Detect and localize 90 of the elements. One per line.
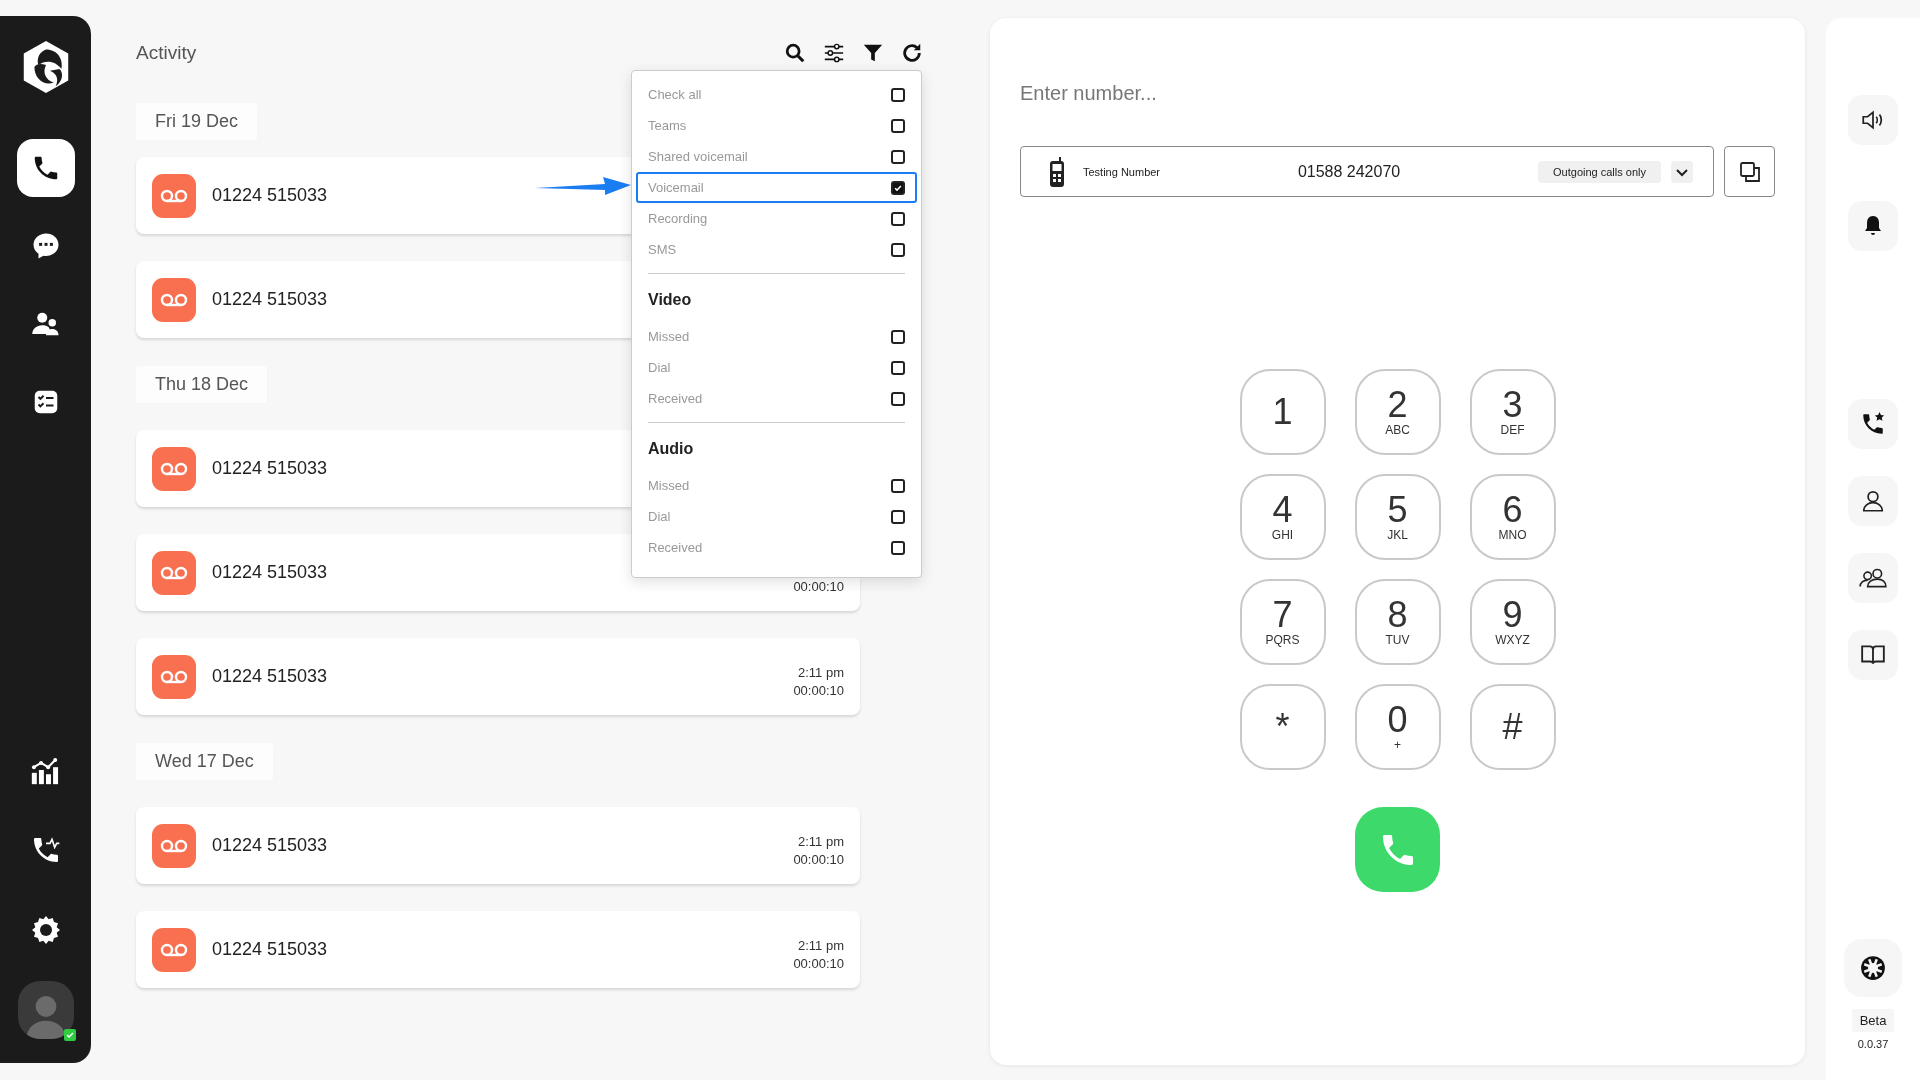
date-label: Wed 17 Dec [136, 743, 273, 780]
checkbox[interactable] [891, 360, 905, 375]
refresh-icon[interactable] [901, 42, 923, 64]
option-label: SMS [648, 242, 677, 257]
line-name: Testing Number [1083, 165, 1161, 178]
phone-number: 01224 515033 [212, 939, 328, 960]
lifebuoy-icon [1858, 953, 1888, 983]
checkbox[interactable] [891, 180, 905, 195]
call-card[interactable]: 01224 515033 2:11 pm 00:00:10 [136, 911, 860, 988]
keypad-key[interactable]: 1 [1239, 369, 1326, 455]
option-label: Dial [648, 509, 671, 524]
checkbox[interactable] [891, 509, 905, 524]
voicemail-icon [152, 550, 196, 595]
call-card[interactable]: 01224 515033 2:11 pm 00:00:10 [136, 807, 860, 884]
voicemail-icon [152, 823, 196, 868]
copy-button[interactable] [1724, 146, 1775, 197]
call-duration: 00:00:10 [793, 578, 844, 594]
user-avatar[interactable] [17, 981, 74, 1039]
copy-icon [1737, 159, 1762, 184]
option-label: Check all [648, 87, 702, 102]
checkbox[interactable] [891, 478, 905, 493]
voicemail-icon [152, 173, 196, 218]
line-badge: Outgoing calls only [1538, 160, 1661, 183]
keypad-key[interactable]: # [1469, 684, 1556, 770]
voicemail-icon [152, 927, 196, 972]
call-time: 2:11 pm [798, 664, 844, 680]
call-card[interactable]: 01224 515033 2:11 pm 00:00:10 [136, 638, 860, 715]
checkbox[interactable] [891, 540, 905, 555]
checkbox[interactable] [891, 118, 905, 133]
sliders-icon[interactable] [823, 42, 845, 64]
keypad-key[interactable]: 4 GHI [1239, 474, 1326, 560]
nav-phone-button[interactable] [16, 139, 75, 197]
option-label: Missed [648, 478, 690, 493]
person-icon [1860, 488, 1886, 514]
mobile-phone-icon [1049, 156, 1065, 187]
phone-star-icon [1860, 411, 1886, 437]
call-duration: 00:00:10 [793, 851, 844, 867]
section-heading: Audio [648, 439, 695, 459]
call-time: 2:11 pm [798, 833, 844, 849]
notifications-button[interactable] [1848, 201, 1898, 251]
date-label: Thu 18 Dec [136, 366, 268, 403]
beta-label: Beta [1851, 1009, 1895, 1032]
phone-number: 01224 515033 [212, 458, 328, 479]
keypad-key[interactable]: 7 PQRS [1239, 579, 1326, 665]
line-number: 01588 242070 [1297, 162, 1401, 181]
search-icon[interactable] [784, 42, 806, 64]
phone-number: 01224 515033 [212, 185, 328, 206]
checkbox[interactable] [891, 149, 905, 164]
support-button[interactable] [1844, 939, 1902, 997]
call-duration: 00:00:10 [793, 955, 844, 971]
option-label: Dial [648, 360, 671, 375]
option-label: Teams [648, 118, 687, 133]
call-time: 2:11 pm [798, 937, 844, 953]
checkbox[interactable] [891, 391, 905, 406]
activity-title: Activity [136, 42, 197, 64]
option-label: Received [648, 391, 703, 406]
checkbox[interactable] [891, 87, 905, 102]
version-label: 0.0.37 [1857, 1038, 1889, 1050]
voicemail-icon [152, 446, 196, 491]
keypad-key[interactable]: 9 WXYZ [1469, 579, 1556, 665]
filter-icon[interactable] [862, 42, 884, 64]
keypad-key[interactable]: 5 JKL [1354, 474, 1441, 560]
phone-number: 01224 515033 [212, 562, 328, 583]
date-label: Fri 19 Dec [136, 103, 258, 140]
section-heading: Video [648, 290, 693, 310]
keypad-key[interactable]: 0 + [1354, 684, 1441, 770]
voicemail-icon [152, 277, 196, 322]
line-selector[interactable]: Testing Number 01588 242070 Outgoing calls only [1020, 146, 1714, 197]
phone-number: 01224 515033 [212, 835, 328, 856]
keypad-key[interactable]: 2 ABC [1354, 369, 1441, 455]
voicemail-icon [152, 654, 196, 699]
contact-button[interactable] [1848, 476, 1898, 526]
favorite-calls-button[interactable] [1848, 399, 1898, 449]
option-label: Voicemail [648, 180, 704, 195]
book-button[interactable] [1848, 630, 1898, 680]
group-button[interactable] [1848, 553, 1898, 603]
speaker-button[interactable] [1848, 95, 1898, 145]
option-label: Received [648, 540, 703, 555]
keypad-key[interactable]: * [1239, 684, 1326, 770]
call-duration: 00:00:10 [793, 682, 844, 698]
phone-number: 01224 515033 [212, 289, 328, 310]
keypad-key[interactable]: 8 TUV [1354, 579, 1441, 665]
checkbox[interactable] [891, 242, 905, 257]
phone-number: 01224 515033 [212, 666, 328, 687]
keypad-key[interactable]: 6 MNO [1469, 474, 1556, 560]
keypad-key[interactable]: 3 DEF [1469, 369, 1556, 455]
option-label: Recording [648, 211, 708, 226]
chevron-down-icon[interactable] [1671, 160, 1693, 183]
checkbox[interactable] [891, 211, 905, 226]
checkbox[interactable] [891, 329, 905, 344]
